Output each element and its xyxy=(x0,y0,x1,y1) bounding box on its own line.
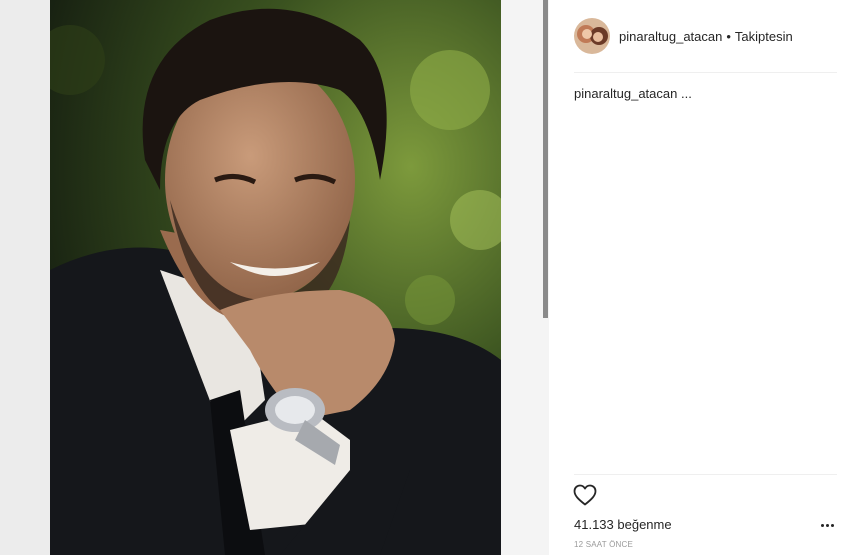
separator-dot: • xyxy=(726,28,731,44)
header-divider xyxy=(574,72,837,73)
header-text: pinaraltug_atacan • Takiptesin xyxy=(619,29,793,44)
username-link[interactable]: pinaraltug_atacan xyxy=(619,29,722,44)
like-count[interactable]: 41.133 beğenme xyxy=(574,517,672,532)
avatar-image xyxy=(574,18,610,54)
actions-divider xyxy=(574,474,837,475)
avatar[interactable] xyxy=(574,18,610,54)
post-header: pinaraltug_atacan • Takiptesin xyxy=(574,16,837,56)
post-timestamp: 12 SAAT ÖNCE xyxy=(574,540,634,549)
right-gutter xyxy=(501,0,549,555)
more-options-icon[interactable] xyxy=(821,519,841,531)
heart-outline-icon xyxy=(573,484,597,506)
post-caption[interactable]: pinaraltug_atacan ... xyxy=(574,86,692,101)
post-photo-image xyxy=(50,0,501,555)
follow-status[interactable]: Takiptesin xyxy=(735,29,793,44)
more-dot xyxy=(821,523,824,527)
like-button[interactable] xyxy=(573,484,597,506)
left-gutter xyxy=(0,0,50,555)
post-sidebar: pinaraltug_atacan • Takiptesin pinaraltug_… xyxy=(549,0,849,555)
scrollbar-thumb[interactable] xyxy=(543,0,548,318)
more-dot xyxy=(831,523,834,527)
more-dot xyxy=(826,523,829,527)
post-photo[interactable] xyxy=(50,0,501,555)
